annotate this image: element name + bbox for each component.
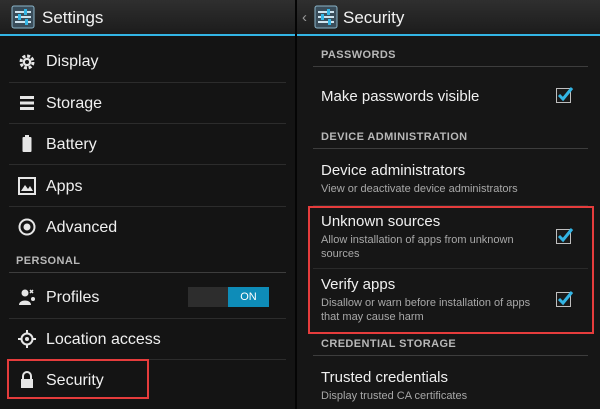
apps-icon: [18, 177, 36, 195]
settings-item-display[interactable]: Display: [0, 42, 295, 82]
settings-item-battery[interactable]: Battery: [0, 124, 295, 164]
security-pane: ‹ Security PASSWORDS Make passwords visi…: [297, 0, 600, 409]
section-header-personal: PERSONAL: [16, 255, 81, 267]
settings-action-bar: Settings: [0, 0, 295, 36]
preference-summary: View or deactivate device administrators: [321, 183, 518, 195]
display-gear-icon: [19, 54, 35, 70]
preference-label: Trusted credentials: [321, 369, 449, 386]
settings-item-label: Battery: [46, 136, 97, 153]
make-passwords-visible-checkbox[interactable]: [556, 87, 574, 103]
profiles-icon: [19, 289, 35, 305]
advanced-icon: [18, 218, 36, 236]
check-icon: [557, 87, 574, 102]
make-passwords-visible-item[interactable]: Make passwords visible: [297, 70, 600, 120]
settings-item-label: Storage: [46, 95, 103, 112]
trusted-credentials-item[interactable]: Trusted credentials Display trusted CA c…: [297, 358, 600, 409]
section-divider: [9, 272, 286, 273]
section-divider: [313, 66, 588, 67]
storage-icon: [20, 96, 34, 110]
location-icon: [18, 330, 36, 348]
battery-icon: [22, 135, 32, 152]
preference-label: Make passwords visible: [321, 88, 480, 105]
section-header-credential-storage: CREDENTIAL STORAGE: [321, 338, 457, 350]
settings-item-label: Apps: [46, 178, 83, 195]
settings-item-label: Location access: [46, 331, 161, 348]
settings-app-icon[interactable]: [11, 5, 35, 29]
settings-item-label: Advanced: [46, 219, 118, 236]
settings-app-icon[interactable]: [314, 5, 338, 29]
settings-item-label: Profiles: [46, 289, 100, 306]
settings-item-apps[interactable]: Apps: [0, 165, 295, 206]
section-header-device-administration: DEVICE ADMINISTRATION: [321, 131, 468, 143]
settings-item-profiles[interactable]: Profiles ON: [0, 277, 295, 317]
preference-label: Device administrators: [321, 162, 466, 179]
settings-item-storage[interactable]: Storage: [0, 83, 295, 123]
section-divider: [313, 355, 588, 356]
back-chevron-icon[interactable]: ‹: [302, 9, 307, 26]
security-title: Security: [343, 8, 405, 27]
device-administrators-item[interactable]: Device administrators View or deactivate…: [297, 152, 600, 204]
preference-summary: Display trusted CA certificates: [321, 390, 468, 402]
section-divider: [313, 148, 588, 149]
unknown-sources-verify-apps-highlight-box: [308, 206, 594, 334]
settings-pane: Settings Display Storage Battery Apps Ad…: [0, 0, 295, 409]
toggle-on-label: ON: [228, 287, 269, 307]
security-highlight-box: [7, 359, 149, 399]
section-header-passwords: PASSWORDS: [321, 49, 396, 61]
settings-title: Settings: [42, 8, 104, 27]
security-action-bar: ‹ Security: [297, 0, 600, 36]
settings-item-label: Display: [46, 53, 99, 70]
profiles-toggle[interactable]: ON: [188, 287, 269, 307]
settings-item-location-access[interactable]: Location access: [0, 319, 295, 359]
settings-item-advanced[interactable]: Advanced: [0, 207, 295, 247]
